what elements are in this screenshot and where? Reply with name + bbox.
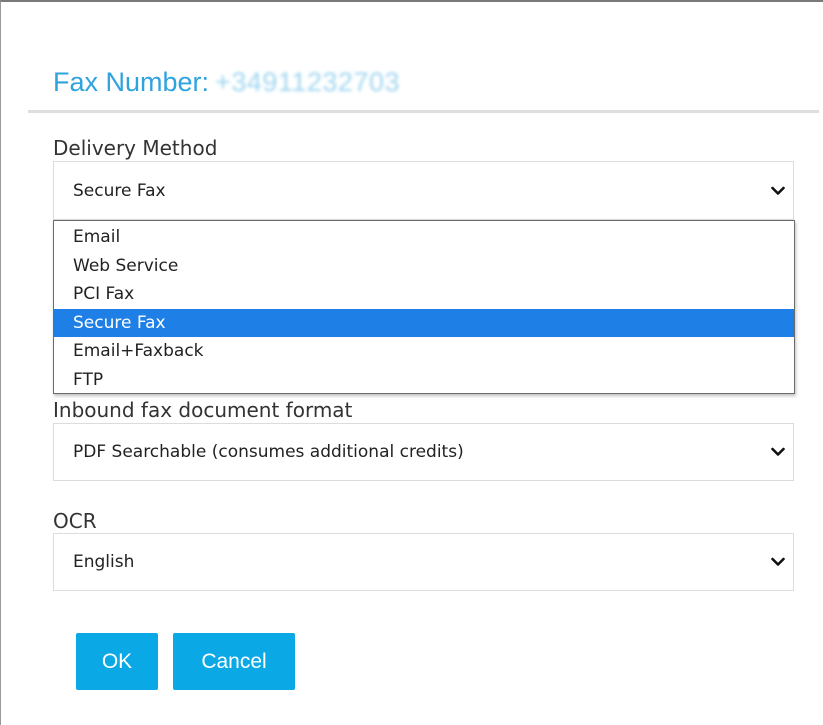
delivery-method-dropdown: Email Web Service PCI Fax Secure Fax Ema… — [53, 220, 795, 394]
cancel-button[interactable]: Cancel — [173, 633, 295, 690]
inbound-format-value: PDF Searchable (consumes additional cred… — [73, 442, 464, 462]
fax-number-value: +34911232703 — [215, 66, 400, 97]
delivery-method-label: Delivery Method — [53, 136, 218, 160]
ocr-value: English — [73, 552, 135, 572]
inbound-format-select[interactable]: PDF Searchable (consumes additional cred… — [53, 423, 794, 481]
delivery-option-secure-fax[interactable]: Secure Fax — [54, 308, 794, 338]
delivery-option-email[interactable]: Email — [54, 223, 794, 252]
chevron-down-icon — [771, 447, 785, 457]
chevron-down-icon — [771, 186, 785, 196]
ocr-select[interactable]: English — [53, 533, 794, 591]
ocr-label: OCR — [53, 509, 97, 533]
ok-button[interactable]: OK — [76, 633, 158, 690]
fax-number-label: Fax Number: — [53, 66, 210, 97]
delivery-method-select[interactable]: Secure Fax — [53, 161, 794, 220]
dialog-title: Fax Number: +34911232703 — [53, 62, 400, 102]
inbound-format-label: Inbound fax document format — [53, 398, 353, 422]
title-divider — [28, 110, 819, 113]
delivery-method-value: Secure Fax — [73, 180, 166, 201]
delivery-option-ftp[interactable]: FTP — [54, 366, 794, 395]
delivery-option-email-faxback[interactable]: Email+Faxback — [54, 337, 794, 366]
delivery-option-web-service[interactable]: Web Service — [54, 252, 794, 281]
fax-settings-dialog: Fax Number: +34911232703 Delivery Method… — [0, 0, 823, 725]
chevron-down-icon — [771, 557, 785, 567]
delivery-option-pci-fax[interactable]: PCI Fax — [54, 280, 794, 309]
